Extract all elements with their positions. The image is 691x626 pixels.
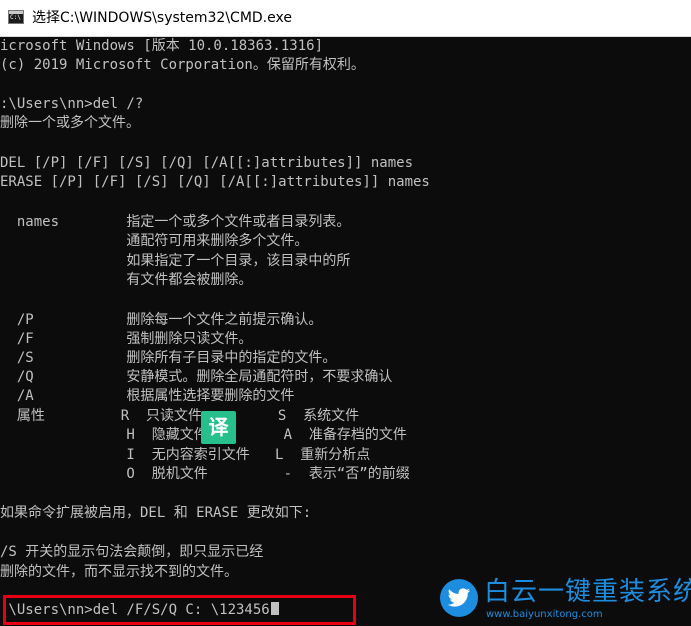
console-line: 删除一个或多个文件。	[0, 115, 140, 131]
console-line: /F 强制删除只读文件。	[0, 331, 253, 347]
console-line: 属性 R 只读文件 S 系统文件	[0, 408, 360, 424]
cmd-icon[interactable]	[8, 10, 24, 24]
cmd-window: 选择C:\WINDOWS\system32\CMD.exe icrosoft W…	[0, 0, 691, 626]
window-title: 选择C:\WINDOWS\system32\CMD.exe	[32, 10, 292, 26]
console-line: 通配符可用来删除多个文件。	[0, 233, 309, 249]
console-line: /A 根据属性选择要删除的文件	[0, 388, 295, 404]
console-line: (c) 2019 Microsoft Corporation。保留所有权利。	[0, 57, 365, 73]
console-line: /S 开关的显示句法会颠倒，即只显示已经	[0, 544, 264, 560]
console-line: ERASE [/P] [/F] [/S] [/Q] [/A[[:]attribu…	[0, 174, 430, 190]
console-line: 如果命令扩展被启用，DEL 和 ERASE 更改如下:	[0, 505, 312, 521]
console-line: DEL [/P] [/F] [/S] [/Q] [/A[[:]attribute…	[0, 155, 414, 171]
console-line: :\Users\nn>del /?	[0, 96, 144, 112]
console-line: icrosoft Windows [版本 10.0.18363.1316]	[0, 38, 324, 54]
console-line: 删除的文件，而不显示找不到的文件。	[0, 564, 238, 580]
console-line: O 脱机文件 - 表示“否”的前缀	[0, 466, 410, 482]
console-line: 如果指定了一个目录，该目录中的所	[0, 253, 351, 269]
twitter-bird-icon	[440, 579, 478, 617]
title-bar[interactable]: 选择C:\WINDOWS\system32\CMD.exe	[0, 0, 691, 37]
watermark-name: 白云一键重装系统	[484, 577, 691, 607]
command-highlight-box	[3, 595, 356, 625]
console-line: /S 删除所有子目录中的指定的文件。	[0, 350, 337, 366]
console-line: names 指定一个或多个文件或者目录列表。	[0, 214, 351, 230]
watermark: 白云一键重装系统 www.baiyunxitong.com	[436, 577, 691, 623]
console-line: I 无内容索引文件 L 重新分析点	[0, 447, 371, 463]
watermark-url: www.baiyunxitong.com	[486, 609, 603, 620]
console-line: /P 删除每一个文件之前提示确认。	[0, 312, 323, 328]
console-line: 有文件都会被删除。	[0, 272, 253, 288]
console-line: /Q 安静模式。删除全局通配符时，不要求确认	[0, 369, 393, 385]
console-output[interactable]: icrosoft Windows [版本 10.0.18363.1316] (c…	[0, 37, 691, 626]
translate-badge[interactable]: 译	[201, 411, 236, 444]
